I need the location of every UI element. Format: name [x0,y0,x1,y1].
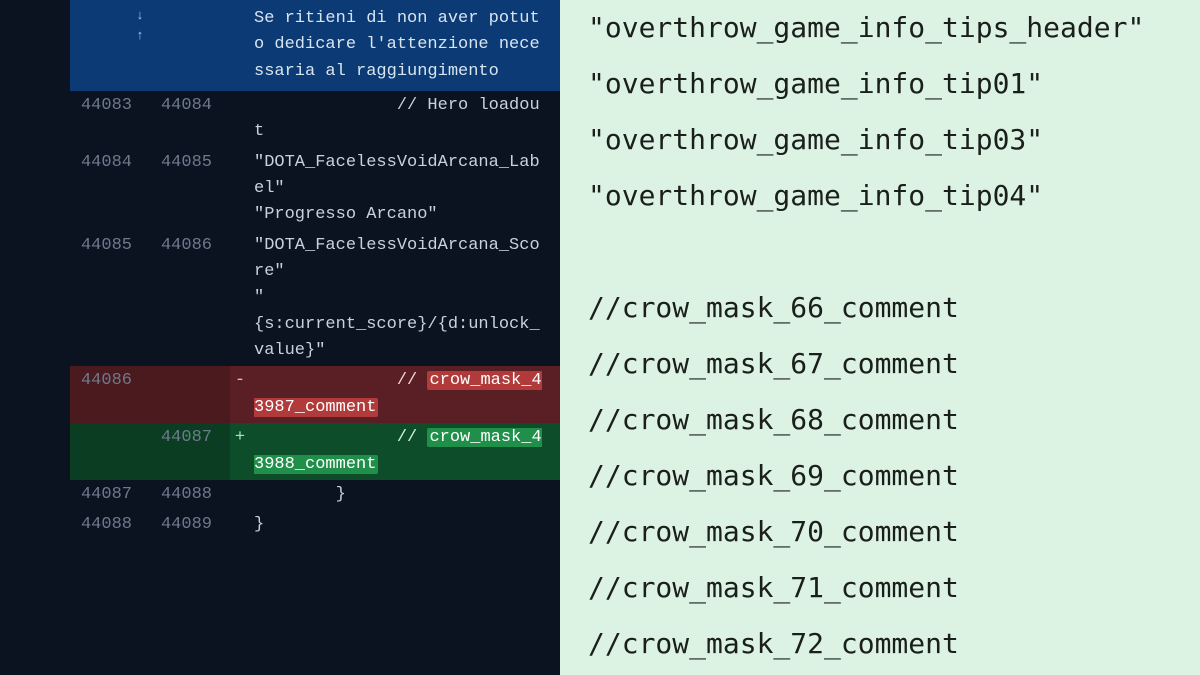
panel-line: "overthrow_game_info_tips_header" [588,0,1182,56]
line-number-old: 44083 [70,91,150,148]
diff-gutter [230,148,250,231]
diff-code: // crow_mask_43988_comment [250,423,560,480]
chevron-down-icon: ↓ [70,6,212,26]
line-number-new: 44087 [150,423,230,480]
diff-line: 44084 44085 "DOTA_FacelessVoidArcana_Lab… [70,148,560,231]
diff-code: // crow_mask_43987_comment [250,366,560,423]
panel-line: //crow_mask_70_comment [588,504,1182,560]
side-panel: "overthrow_game_info_tips_header" "overt… [560,0,1200,675]
diff-table: ↓ ↑ Se ritieni di non aver potuto dedica… [70,0,560,541]
line-number-old: 44084 [70,148,150,231]
expand-context-text: Se ritieni di non aver potuto dedicare l… [250,0,560,91]
panel-line: //crow_mask_69_comment [588,448,1182,504]
line-number-old: 44086 [70,366,150,423]
diff-code: } [250,510,560,540]
line-number-old: 44088 [70,510,150,540]
panel-line: //crow_mask_66_comment [588,280,1182,336]
panel-line: //crow_mask_67_comment [588,336,1182,392]
panel-line: //crow_mask_68_comment [588,392,1182,448]
line-number-new [150,366,230,423]
diff-code: "DOTA_FacelessVoidArcana_Label" "Progres… [250,148,560,231]
panel-line: //crow_mask_72_comment [588,616,1182,672]
diff-gutter [230,231,250,367]
expand-above-row[interactable]: ↓ ↑ Se ritieni di non aver potuto dedica… [70,0,560,91]
diff-line-deleted: 44086 - // crow_mask_43987_comment [70,366,560,423]
diff-gutter [230,510,250,540]
diff-code: // Hero loadout [250,91,560,148]
line-number-new: 44086 [150,231,230,367]
diff-line: 44087 44088 } [70,480,560,510]
panel-blank [588,224,1182,280]
line-number-new: 44088 [150,480,230,510]
panel-line: //crow_mask_71_comment [588,560,1182,616]
diff-viewer: ↓ ↑ Se ritieni di non aver potuto dedica… [0,0,560,675]
panel-line: "overthrow_game_info_tip01" [588,56,1182,112]
panel-line: "overthrow_game_info_tip04" [588,168,1182,224]
line-number-new: 44084 [150,91,230,148]
diff-gutter [230,480,250,510]
diff-line-added: 44087 + // crow_mask_43988_comment [70,423,560,480]
diff-line: 44085 44086 "DOTA_FacelessVoidArcana_Sco… [70,231,560,367]
diff-code: } [250,480,560,510]
line-number-old: 44085 [70,231,150,367]
diff-line: 44083 44084 // Hero loadout [70,91,560,148]
diff-code: "DOTA_FacelessVoidArcana_Score" " {s:cur… [250,231,560,367]
line-number-new: 44089 [150,510,230,540]
chevron-up-icon: ↑ [70,26,212,46]
diff-gutter [230,91,250,148]
line-number-old [70,423,150,480]
diff-line: 44088 44089 } [70,510,560,540]
line-number-new: 44085 [150,148,230,231]
diff-gutter: + [230,423,250,480]
diff-gutter: - [230,366,250,423]
panel-line: "overthrow_game_info_tip03" [588,112,1182,168]
line-number-old: 44087 [70,480,150,510]
